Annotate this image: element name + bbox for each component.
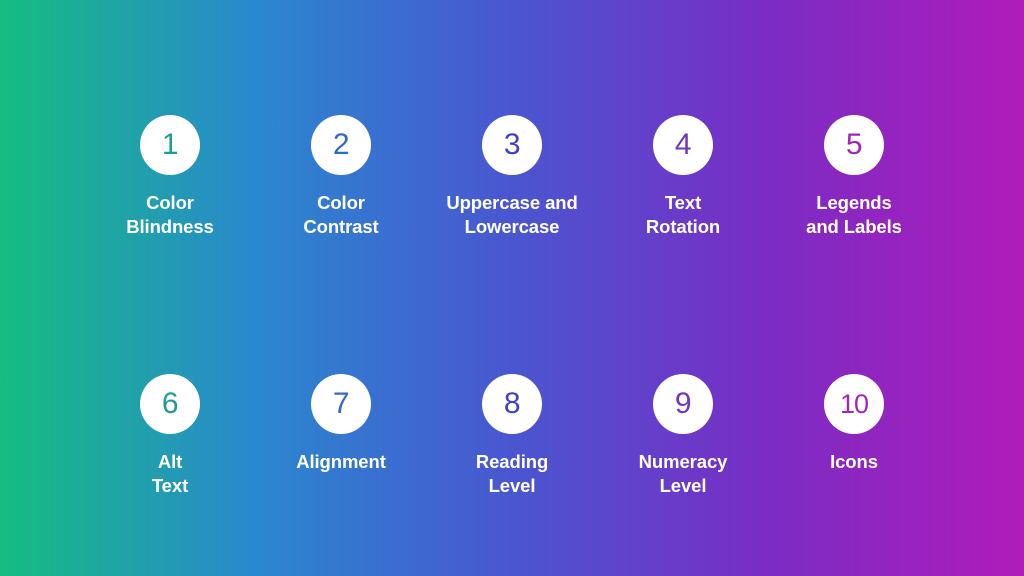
badge-circle-2: 2 (311, 115, 371, 175)
badge-circle-8: 8 (482, 374, 542, 434)
badge-number-10: 10 (839, 388, 869, 419)
item-label-9: Numeracy Level (638, 451, 728, 497)
items-grid: 1 Color Blindness 2 Color Contrast 3 Upp… (0, 0, 1024, 576)
badge-number-9: 9 (674, 387, 692, 420)
item-label-1: Color Blindness (126, 192, 214, 238)
badge-circle-4: 4 (653, 115, 713, 175)
badge-number-3: 3 (503, 128, 521, 161)
item-3[interactable]: 3 Uppercase and Lowercase (427, 115, 598, 240)
badge-circle-9: 9 (653, 374, 713, 434)
item-label-8: Reading Level (475, 451, 549, 497)
item-label-5: Legends and Labels (806, 192, 902, 238)
item-9[interactable]: 9 Numeracy Level (598, 374, 769, 499)
badge-circle-5: 5 (824, 115, 884, 175)
badge-number-7: 7 (332, 387, 350, 420)
item-label-4: Text Rotation (645, 192, 721, 238)
badge-number-4: 4 (674, 128, 692, 161)
badge-number-1: 1 (161, 128, 179, 161)
badge-circle-6: 6 (140, 374, 200, 434)
badge-circle-1: 1 (140, 115, 200, 175)
badge-circle-3: 3 (482, 115, 542, 175)
badge-number-8: 8 (503, 387, 521, 420)
item-2[interactable]: 2 Color Contrast (256, 115, 427, 240)
item-label-6: Alt Text (151, 451, 189, 497)
badge-number-6: 6 (161, 387, 179, 420)
item-label-3: Uppercase and Lowercase (446, 192, 578, 238)
item-label-10: Icons (830, 451, 878, 472)
badge-circle-10: 10 (824, 374, 884, 434)
badge-number-2: 2 (332, 128, 350, 161)
item-5[interactable]: 5 Legends and Labels (769, 115, 940, 240)
badge-number-5: 5 (845, 128, 863, 161)
slide-canvas: 1 Color Blindness 2 Color Contrast 3 Upp… (0, 0, 1024, 576)
item-1[interactable]: 1 Color Blindness (85, 115, 256, 240)
item-label-7: Alignment (296, 451, 386, 472)
item-4[interactable]: 4 Text Rotation (598, 115, 769, 240)
item-7[interactable]: 7 Alignment (256, 374, 427, 474)
item-8[interactable]: 8 Reading Level (427, 374, 598, 499)
item-label-2: Color Contrast (303, 192, 379, 238)
items-row-2: 6 Alt Text 7 Alignment 8 Reading Level 9 (0, 374, 1024, 499)
item-6[interactable]: 6 Alt Text (85, 374, 256, 499)
item-10[interactable]: 10 Icons (769, 374, 940, 474)
items-row-1: 1 Color Blindness 2 Color Contrast 3 Upp… (0, 115, 1024, 240)
badge-circle-7: 7 (311, 374, 371, 434)
